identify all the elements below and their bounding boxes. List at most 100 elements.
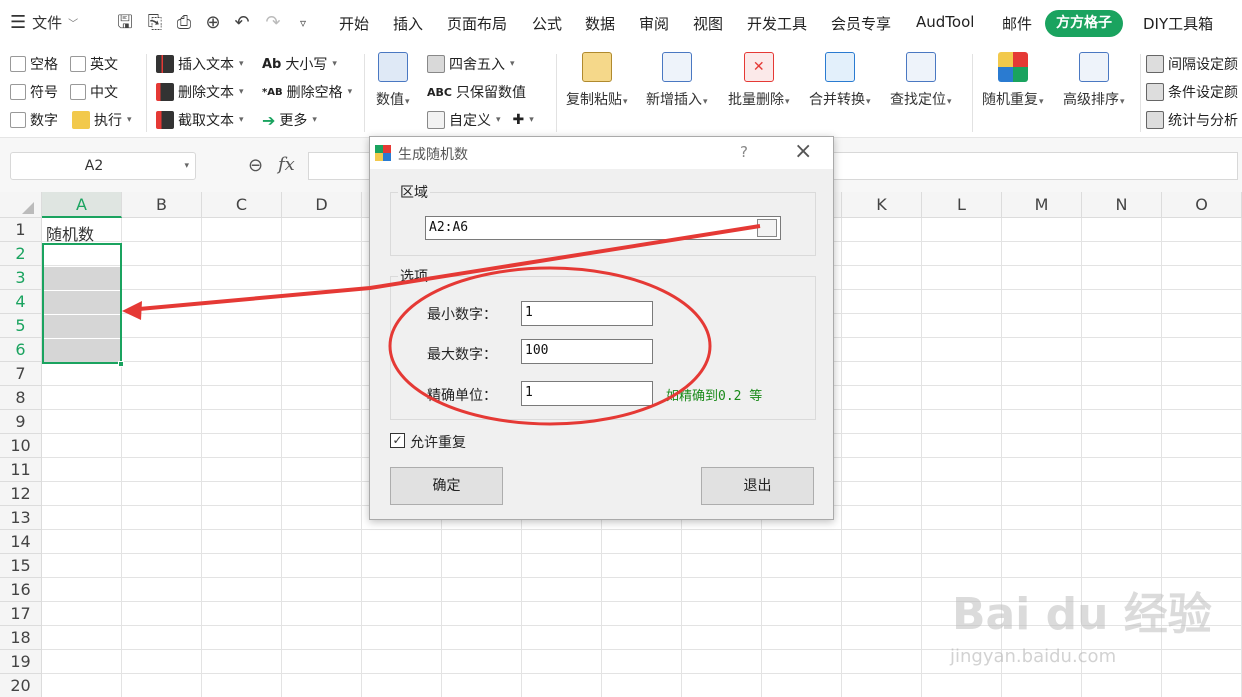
tab-member[interactable]: 会员专享 — [831, 13, 891, 34]
row-header-13[interactable]: 13 — [0, 506, 42, 530]
tab-mail[interactable]: 邮件 — [1002, 13, 1032, 34]
save-icon[interactable]: 🖫 — [114, 12, 136, 34]
allow-repeat-label: 允许重复 — [410, 435, 466, 451]
row-header-9[interactable]: 9 — [0, 410, 42, 434]
app-icon — [375, 145, 391, 161]
row-header-18[interactable]: 18 — [0, 626, 42, 650]
insert-text-button[interactable]: 插入文本 ▾ — [156, 54, 244, 74]
tab-review[interactable]: 审阅 — [639, 13, 669, 34]
stats-analysis-button[interactable]: 统计与分析 — [1146, 110, 1238, 130]
new-insert-button[interactable]: 新增插入▾ — [646, 52, 708, 109]
column-header-n[interactable]: N — [1082, 192, 1162, 218]
tab-insert[interactable]: 插入 — [393, 13, 423, 34]
row-header-8[interactable]: 8 — [0, 386, 42, 410]
export-icon[interactable]: ⎘ — [144, 12, 166, 34]
customize-quick-access-icon[interactable]: ▿ — [292, 12, 314, 34]
file-menu[interactable]: ☰ 文件 ﹀ — [10, 12, 78, 33]
fill-handle[interactable] — [118, 361, 124, 367]
tab-home[interactable]: 开始 — [339, 13, 369, 34]
column-header-m[interactable]: M — [1002, 192, 1082, 218]
cell-a1[interactable]: 随机数 — [46, 221, 94, 245]
row-header-4[interactable]: 4 — [0, 290, 42, 314]
row-header-12[interactable]: 12 — [0, 482, 42, 506]
custom-button[interactable]: 自定义 ▾ ✚ ▾ — [427, 110, 534, 130]
row-header-16[interactable]: 16 — [0, 578, 42, 602]
row-header-3[interactable]: 3 — [0, 266, 42, 290]
precision-input[interactable]: 1 — [521, 381, 653, 406]
tab-data[interactable]: 数据 — [585, 13, 615, 34]
row-header-7[interactable]: 7 — [0, 362, 42, 386]
row-header-14[interactable]: 14 — [0, 530, 42, 554]
row-header-1[interactable]: 1 — [0, 218, 42, 242]
copy-paste-button[interactable]: 复制粘贴▾ — [566, 52, 628, 109]
tab-audtool[interactable]: AudTool — [916, 13, 974, 31]
name-box[interactable]: A2 ▾ — [10, 152, 196, 180]
column-header-b[interactable]: B — [122, 192, 202, 218]
tab-view[interactable]: 视图 — [693, 13, 723, 34]
tab-developer[interactable]: 开发工具 — [747, 13, 807, 34]
execute-button[interactable]: 执行 ▾ — [72, 110, 132, 130]
delete-text-button[interactable]: 删除文本 ▾ — [156, 82, 244, 102]
checkbox-english[interactable]: 英文 — [70, 54, 118, 74]
exit-button[interactable]: 退出 — [701, 467, 814, 505]
merge-convert-button[interactable]: 合并转换▾ — [809, 52, 871, 109]
range-input[interactable]: A2:A6 — [425, 216, 781, 240]
checkbox-symbol[interactable]: 符号 — [10, 82, 58, 102]
checkbox-space[interactable]: 空格 — [10, 54, 58, 74]
column-header-c[interactable]: C — [202, 192, 282, 218]
row-header-15[interactable]: 15 — [0, 554, 42, 578]
number-button[interactable]: 数值▾ — [376, 52, 410, 109]
case-button[interactable]: Ab 大小写 ▾ — [262, 54, 337, 74]
remove-spaces-button[interactable]: *AB 删除空格 ▾ — [262, 82, 352, 102]
column-header-k[interactable]: K — [842, 192, 922, 218]
tab-diy-toolbox[interactable]: DIY工具箱 — [1143, 13, 1213, 34]
keep-values-button[interactable]: ABC 只保留数值 — [427, 82, 526, 102]
column-header-a[interactable]: A — [42, 192, 122, 218]
batch-delete-button[interactable]: ✕ 批量删除▾ — [728, 52, 790, 109]
row-header-17[interactable]: 17 — [0, 602, 42, 626]
tab-fangfanggezi[interactable]: 方方格子 — [1045, 10, 1123, 37]
row-header-5[interactable]: 5 — [0, 314, 42, 338]
min-number-input[interactable]: 1 — [521, 301, 653, 326]
allow-repeat-checkbox[interactable]: ✓ — [390, 433, 405, 448]
interval-color-icon — [1146, 55, 1164, 73]
ribbon-separator — [556, 54, 557, 132]
arrow-right-icon: ➔ — [262, 110, 276, 130]
zoom-icon[interactable]: ⊖ — [248, 155, 263, 176]
print-icon[interactable]: ⎙ — [173, 12, 195, 34]
round-button[interactable]: 四舍五入 ▾ — [427, 54, 515, 74]
interval-color-button[interactable]: 间隔设定颜 — [1146, 54, 1238, 74]
find-locate-button[interactable]: 查找定位▾ — [890, 52, 952, 109]
plus-icon[interactable]: ✚ — [513, 112, 525, 128]
row-header-19[interactable]: 19 — [0, 650, 42, 674]
condition-color-button[interactable]: 条件设定颜 — [1146, 82, 1238, 102]
tab-page-layout[interactable]: 页面布局 — [447, 13, 507, 34]
dialog-title: 生成随机数 — [398, 147, 468, 163]
ok-button[interactable]: 确定 — [390, 467, 503, 505]
checkbox-chinese[interactable]: 中文 — [70, 82, 118, 102]
column-header-l[interactable]: L — [922, 192, 1002, 218]
extract-text-button[interactable]: 截取文本 ▾ — [156, 110, 244, 130]
advanced-sort-button[interactable]: 高级排序▾ — [1063, 52, 1125, 109]
random-repeat-button[interactable]: 随机重复▾ — [982, 52, 1044, 109]
column-header-o[interactable]: O — [1162, 192, 1242, 218]
max-number-input[interactable]: 100 — [521, 339, 653, 364]
row-header-10[interactable]: 10 — [0, 434, 42, 458]
more-button[interactable]: ➔ 更多 ▾ — [262, 110, 317, 130]
checkbox-number[interactable]: 数字 — [10, 110, 58, 130]
row-header-11[interactable]: 11 — [0, 458, 42, 482]
help-icon[interactable]: ? — [740, 143, 748, 161]
print-preview-icon[interactable]: ⊕ — [202, 12, 224, 34]
fx-icon[interactable]: fx — [278, 154, 295, 175]
column-header-d[interactable]: D — [282, 192, 362, 218]
redo-icon[interactable]: ↷ — [262, 12, 284, 34]
tab-formulas[interactable]: 公式 — [532, 13, 562, 34]
row-header-2[interactable]: 2 — [0, 242, 42, 266]
close-icon[interactable]: × — [794, 139, 812, 164]
row-header-20[interactable]: 20 — [0, 674, 42, 697]
select-all-corner[interactable] — [0, 192, 42, 218]
row-header-6[interactable]: 6 — [0, 338, 42, 362]
range-picker-icon[interactable] — [757, 219, 777, 237]
extract-text-icon — [156, 111, 174, 129]
undo-icon[interactable]: ↶ — [231, 12, 253, 34]
